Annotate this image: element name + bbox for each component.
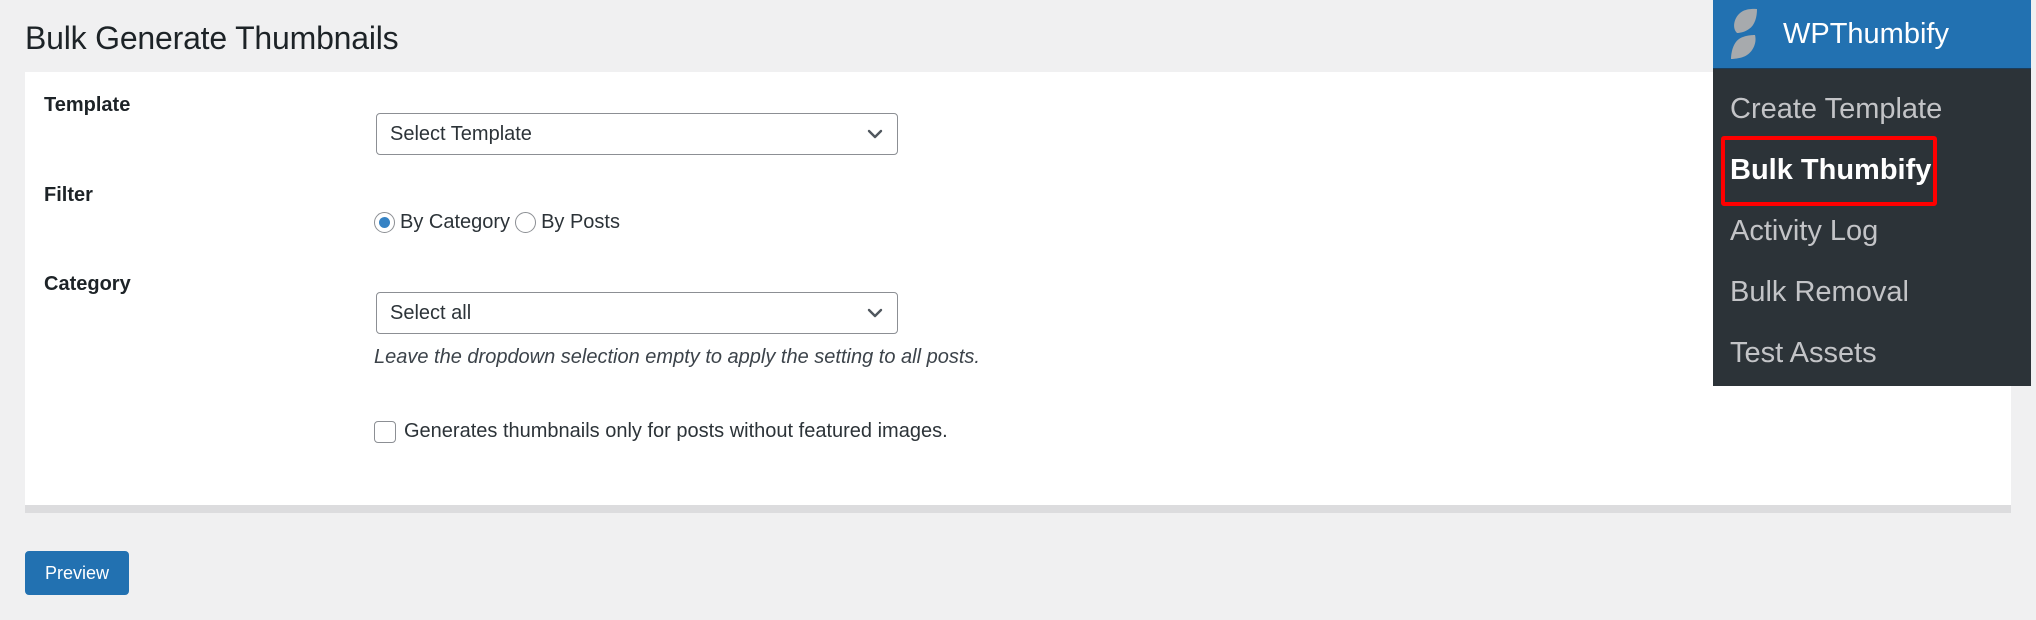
- preview-button[interactable]: Preview: [25, 551, 129, 595]
- template-select-value: Select Template: [390, 122, 532, 145]
- filter-radio-by-category[interactable]: [374, 212, 395, 233]
- wpthumbify-logo-icon: [1731, 8, 1757, 59]
- menu-item-label: Create Template: [1730, 93, 1943, 125]
- featured-only-checkbox[interactable]: [374, 420, 396, 443]
- featured-only-label[interactable]: Generates thumbnails only for posts with…: [404, 420, 948, 443]
- menu-item-create-template[interactable]: Create Template: [1713, 79, 2031, 140]
- menu-item-bulk-thumbify[interactable]: Bulk Thumbify: [1713, 136, 2031, 206]
- chevron-down-icon: [867, 129, 883, 139]
- menu-item-test-assets[interactable]: Test Assets: [1713, 323, 2031, 384]
- flyout-menu-list: Create Template Bulk Thumbify Activity L…: [1713, 69, 2031, 384]
- filter-label: Filter: [44, 184, 93, 206]
- menu-item-label: Activity Log: [1730, 215, 1879, 247]
- filter-radio-group: By Category By Posts: [374, 211, 625, 234]
- category-select[interactable]: Select all: [376, 292, 898, 334]
- plugin-flyout-menu: WPThumbify Create Template Bulk Thumbify…: [1713, 0, 2031, 386]
- featured-only-row: Generates thumbnails only for posts with…: [374, 420, 948, 443]
- page-title: Bulk Generate Thumbnails: [25, 20, 399, 56]
- flyout-header[interactable]: WPThumbify: [1713, 0, 2031, 69]
- menu-item-activity-log[interactable]: Activity Log: [1713, 201, 2031, 262]
- template-label: Template: [44, 94, 131, 116]
- category-label: Category: [44, 273, 131, 295]
- menu-item-label: Test Assets: [1730, 337, 1877, 369]
- menu-item-bulk-removal[interactable]: Bulk Removal: [1713, 262, 2031, 323]
- category-help-text: Leave the dropdown selection empty to ap…: [374, 346, 980, 368]
- filter-radio-by-posts-label[interactable]: By Posts: [541, 211, 620, 234]
- template-select[interactable]: Select Template: [376, 113, 898, 155]
- menu-item-label: Bulk Removal: [1730, 276, 1909, 308]
- filter-radio-by-category-label[interactable]: By Category: [400, 211, 510, 234]
- filter-radio-by-posts[interactable]: [515, 212, 537, 233]
- highlight-annotation-box: [1721, 136, 1937, 206]
- chevron-down-icon: [867, 308, 883, 318]
- flyout-title: WPThumbify: [1783, 17, 1949, 50]
- category-select-value: Select all: [390, 301, 472, 324]
